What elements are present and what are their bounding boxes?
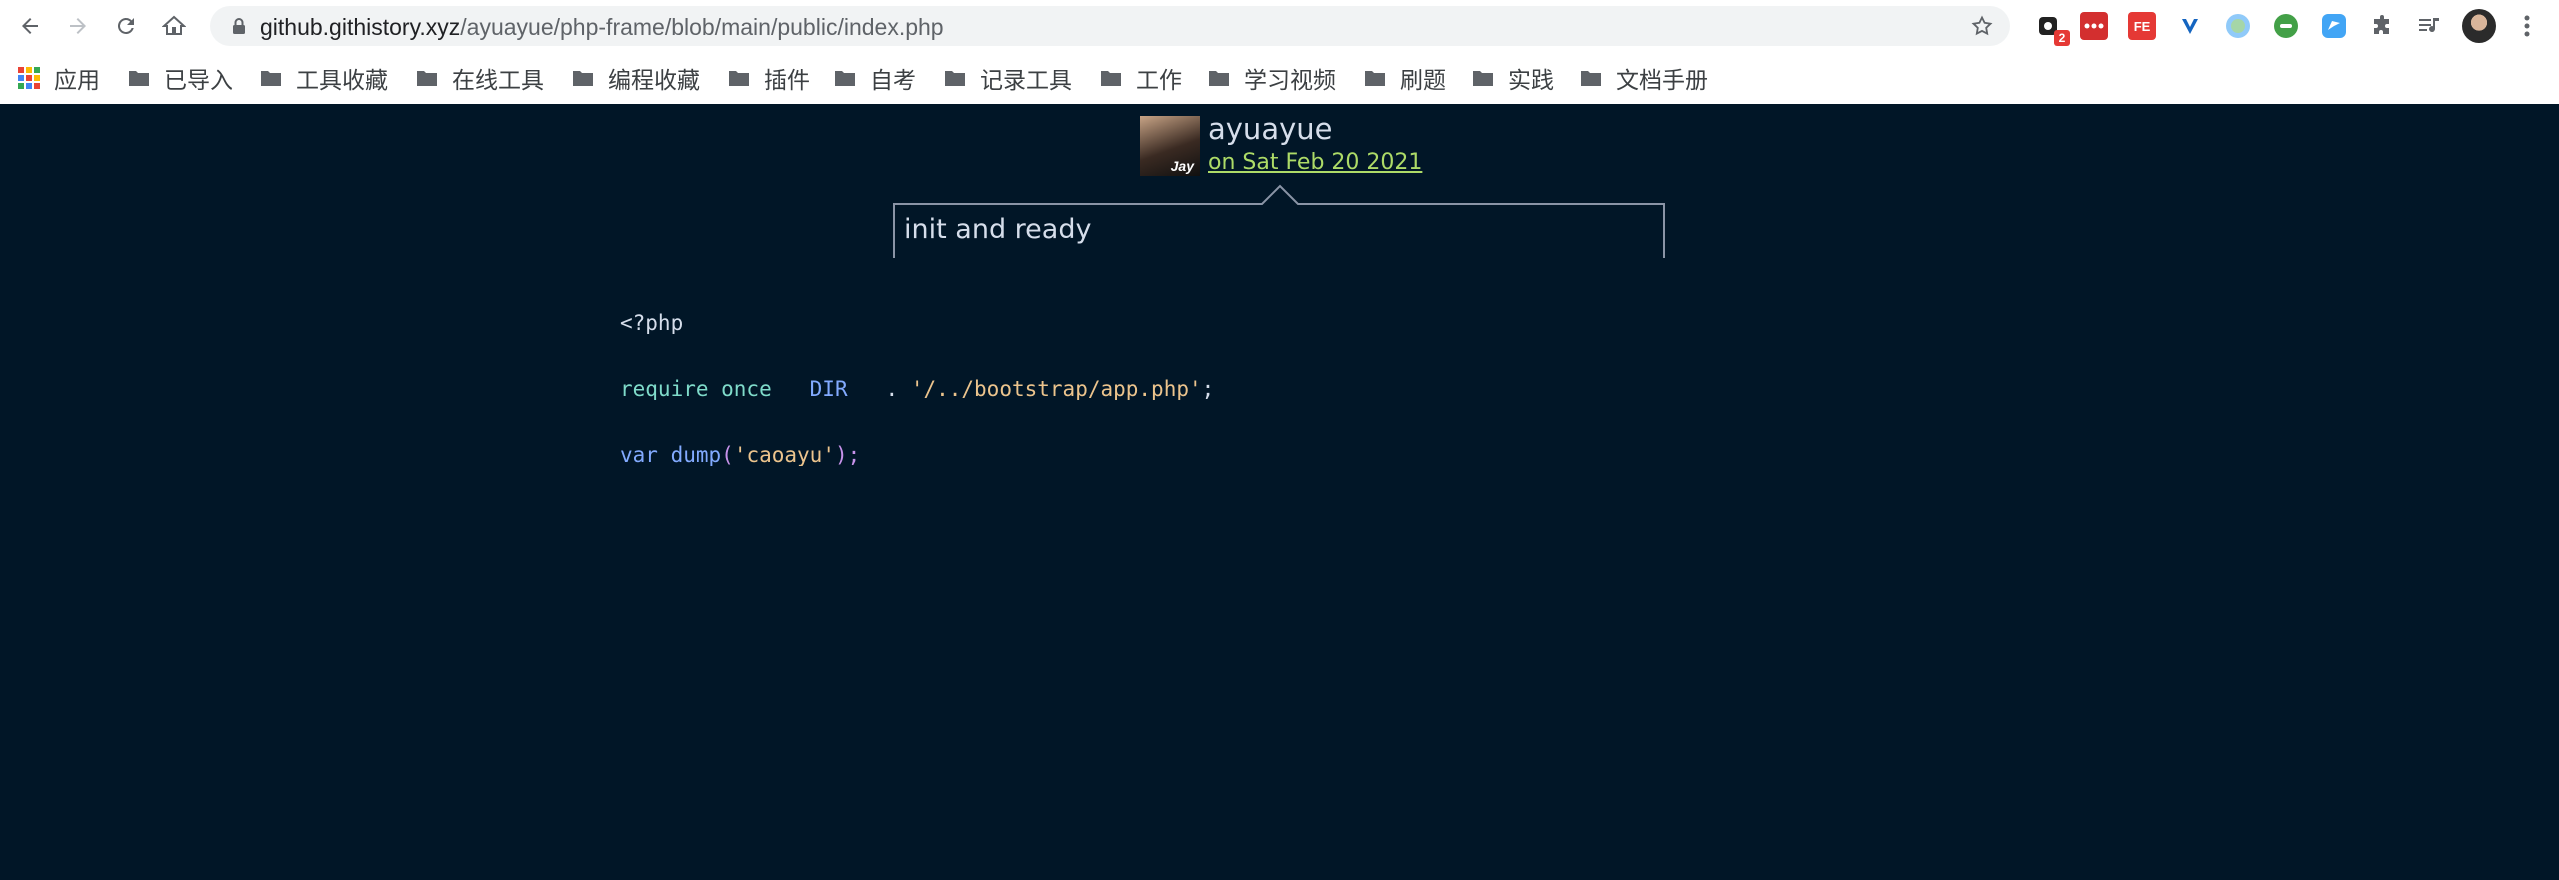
extension-fe[interactable]: FE <box>2128 12 2156 40</box>
address-bar[interactable]: github.githistory.xyz/ayuayue/php-frame/… <box>210 6 2010 46</box>
function-name: var_dump <box>620 444 722 466</box>
extension-notes[interactable]: 2 <box>2034 12 2070 46</box>
extension-bird[interactable] <box>2320 12 2348 40</box>
folder-icon <box>1473 71 1493 86</box>
folder-icon <box>1365 71 1385 86</box>
author-avatar: Jay <box>1140 116 1200 176</box>
folder-icon <box>573 71 593 86</box>
page-content: Jay ayuayue on Sat Feb 20 2021 init and … <box>0 104 2559 880</box>
code-view: <?php require_once __DIR__ . '/../bootst… <box>620 268 1214 510</box>
bookmark-label: 学习视频 <box>1244 68 1336 94</box>
bookmark-label: 实践 <box>1508 68 1554 94</box>
music-queue-icon <box>2419 18 2439 33</box>
bookmark-label: 应用 <box>54 68 100 94</box>
url-text[interactable]: github.githistory.xyz/ayuayue/php-frame/… <box>260 14 944 41</box>
bookmark-label: 自考 <box>870 68 916 94</box>
extension-badge: 2 <box>2054 30 2070 46</box>
v-extension-icon <box>2182 19 2198 34</box>
avatar-caption: Jay <box>1170 158 1194 174</box>
bookmark-folder-exercises[interactable]: 刷题 <box>1364 63 1446 94</box>
bookmark-folder-practice[interactable]: 实践 <box>1472 63 1554 94</box>
dir-constant: __DIR__ <box>784 378 873 400</box>
bookmark-folder-videos[interactable]: 学习视频 <box>1208 63 1336 94</box>
bookmarks-bar: 应用 已导入 工具收藏 在线工具 编程收藏 插件 自考 记录工具 工作 学习视频… <box>0 52 2559 104</box>
reload-icon <box>117 17 134 34</box>
green-extension-icon <box>2274 14 2298 38</box>
bookmark-folder-tools[interactable]: 工具收藏 <box>260 63 388 94</box>
bookmark-apps[interactable]: 应用 <box>18 63 100 94</box>
bookmark-label: 插件 <box>764 68 810 94</box>
bookmark-label: 已导入 <box>164 68 233 94</box>
folder-icon <box>129 71 149 86</box>
commit-author: ayuayue <box>1208 112 1333 146</box>
extension-dots[interactable] <box>2080 12 2108 40</box>
extension-green[interactable] <box>2272 12 2300 40</box>
browser-chrome: github.githistory.xyz/ayuayue/php-frame/… <box>0 0 2559 104</box>
bookmark-label: 编程收藏 <box>608 68 700 94</box>
code-line: <?php <box>620 312 1214 334</box>
home-button[interactable] <box>156 8 192 44</box>
open-paren: ( <box>721 444 734 466</box>
folder-icon <box>729 71 749 86</box>
bookmark-folder-self-study[interactable]: 自考 <box>834 63 916 94</box>
bookmark-folder-programming[interactable]: 编程收藏 <box>572 63 700 94</box>
folder-icon <box>945 71 965 86</box>
folder-icon <box>1209 71 1229 86</box>
commit-message: init and ready <box>904 214 1092 245</box>
path-string: '/../bootstrap/app.php' <box>910 378 1202 400</box>
concat-operator: . <box>872 378 911 400</box>
bookmark-label: 文档手册 <box>1616 68 1708 94</box>
commit-date-link[interactable]: on Sat Feb 20 2021 <box>1208 150 1422 175</box>
bookmark-folder-imported[interactable]: 已导入 <box>128 63 233 94</box>
close-paren: ); <box>834 444 861 466</box>
back-button[interactable] <box>12 8 48 44</box>
profile-avatar[interactable] <box>2462 9 2496 43</box>
extension-circle[interactable] <box>2224 12 2252 40</box>
forward-button[interactable] <box>60 8 96 44</box>
folder-icon <box>261 71 281 86</box>
puzzle-icon <box>2374 15 2389 34</box>
bookmark-folder-online-tools[interactable]: 在线工具 <box>416 63 544 94</box>
url-host: github.githistory.xyz <box>260 14 461 40</box>
arrow-right-icon <box>70 18 86 34</box>
bookmark-label: 刷题 <box>1400 68 1446 94</box>
bookmark-star-icon[interactable] <box>1970 14 1994 38</box>
extensions-menu[interactable] <box>2368 12 2396 40</box>
home-icon <box>162 15 186 35</box>
browser-toolbar: github.githistory.xyz/ayuayue/php-frame/… <box>0 0 2559 52</box>
media-control[interactable] <box>2416 12 2444 40</box>
folder-icon <box>417 71 437 86</box>
php-open-tag: <?php <box>620 312 684 334</box>
dots-extension-icon <box>2084 23 2104 29</box>
require-keyword: require_once <box>620 378 772 400</box>
bird-extension-icon <box>2322 14 2346 38</box>
bookmark-folder-work[interactable]: 工作 <box>1100 63 1182 94</box>
arg-string: 'caoayu' <box>733 444 835 466</box>
folder-icon <box>1581 71 1601 86</box>
arrow-left-icon <box>22 18 38 34</box>
circle-extension-icon <box>2226 14 2250 38</box>
bookmark-label: 在线工具 <box>452 68 544 94</box>
bookmark-folder-plugins[interactable]: 插件 <box>728 63 810 94</box>
reload-button[interactable] <box>108 8 144 44</box>
bookmark-label: 记录工具 <box>980 68 1072 94</box>
url-path: /ayuayue/php-frame/blob/main/public/inde… <box>460 14 944 40</box>
more-vert-icon[interactable] <box>2515 12 2539 40</box>
semicolon: ; <box>1201 378 1215 400</box>
bookmark-folder-docs[interactable]: 文档手册 <box>1580 63 1708 94</box>
extension-v[interactable] <box>2176 12 2204 40</box>
folder-icon <box>835 71 855 86</box>
apps-grid-icon <box>18 67 40 89</box>
bookmark-folder-record-tools[interactable]: 记录工具 <box>944 63 1072 94</box>
fe-extension-label: FE <box>2133 18 2151 34</box>
bookmark-label: 工具收藏 <box>296 68 388 94</box>
code-line: var_dump('caoayu'); <box>620 444 1214 466</box>
code-line: require_once __DIR__ . '/../bootstrap/ap… <box>620 378 1214 400</box>
lock-icon <box>233 18 245 34</box>
folder-icon <box>1101 71 1121 86</box>
bookmark-label: 工作 <box>1136 68 1182 94</box>
